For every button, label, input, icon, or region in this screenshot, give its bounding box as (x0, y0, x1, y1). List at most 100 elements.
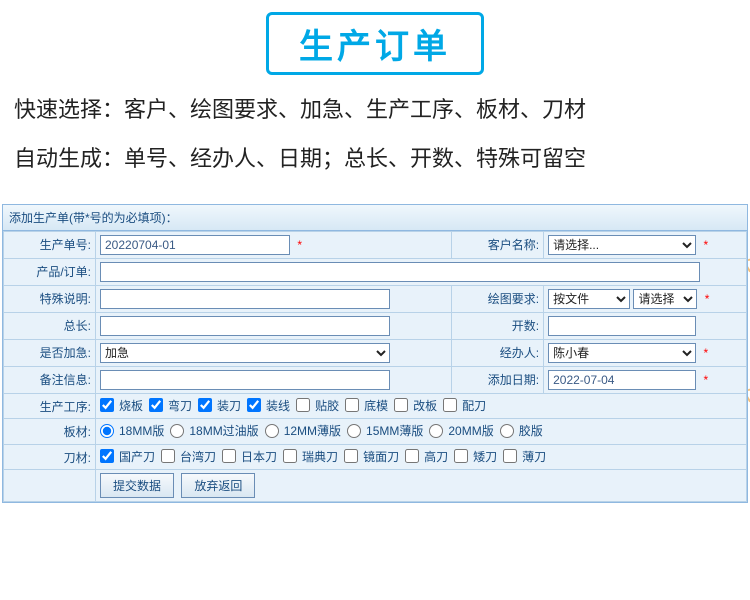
knife-label: 高刀 (424, 448, 448, 465)
board-radio[interactable] (429, 424, 443, 438)
knife-option[interactable]: 薄刀 (503, 448, 546, 465)
board-option[interactable]: 20MM版 (429, 422, 493, 439)
knife-option[interactable]: 矮刀 (454, 448, 497, 465)
board-option[interactable]: 15MM薄版 (347, 422, 423, 439)
process-option[interactable]: 配刀 (443, 397, 486, 414)
process-option[interactable]: 烧板 (100, 397, 143, 414)
label-urgent: 是否加急: (4, 339, 96, 366)
process-option[interactable]: 底模 (345, 397, 388, 414)
board-label: 18MM版 (119, 422, 164, 439)
required-mark: * (705, 292, 710, 306)
board-radio[interactable] (100, 424, 114, 438)
knife-checkbox[interactable] (503, 449, 517, 463)
knife-checkbox[interactable] (454, 449, 468, 463)
board-label: 12MM薄版 (284, 422, 341, 439)
draw-req-select-2[interactable]: 请选择 (633, 289, 697, 309)
knife-option[interactable]: 高刀 (405, 448, 448, 465)
urgent-select[interactable]: 加急 (100, 343, 390, 363)
label-handler: 经办人: (452, 339, 544, 366)
knife-label: 薄刀 (522, 448, 546, 465)
required-mark: * (297, 238, 302, 252)
product-input[interactable] (100, 262, 700, 282)
form-add-production-order: 添加生产单(带*号的为必填项)： 生产单号: * 客户名称: 请选择... * … (2, 204, 748, 504)
process-checkbox[interactable] (394, 398, 408, 412)
process-checkbox[interactable] (247, 398, 261, 412)
customer-select[interactable]: 请选择... (548, 235, 696, 255)
label-board: 板材: (4, 419, 96, 445)
knife-option[interactable]: 镜面刀 (344, 448, 399, 465)
knife-label: 台湾刀 (180, 448, 216, 465)
required-mark: * (703, 346, 708, 360)
knife-option[interactable]: 国产刀 (100, 448, 155, 465)
process-option[interactable]: 弯刀 (149, 397, 192, 414)
board-label: 18MM过油版 (189, 422, 258, 439)
knife-option[interactable]: 瑞典刀 (283, 448, 338, 465)
process-option[interactable]: 装线 (247, 397, 290, 414)
draw-req-select[interactable]: 按文件 (548, 289, 630, 309)
form-legend: 添加生产单(带*号的为必填项)： (3, 205, 747, 231)
process-checkbox[interactable] (443, 398, 457, 412)
label-add-date: 添加日期: (452, 366, 544, 393)
process-option[interactable]: 改板 (394, 397, 437, 414)
board-option[interactable]: 胶版 (500, 422, 543, 439)
board-label: 胶版 (519, 422, 543, 439)
knife-option[interactable]: 日本刀 (222, 448, 277, 465)
label-process: 生产工序: (4, 393, 96, 419)
cancel-button[interactable]: 放弃返回 (181, 473, 255, 498)
special-input[interactable] (100, 289, 390, 309)
label-special: 特殊说明: (4, 285, 96, 312)
board-radio[interactable] (347, 424, 361, 438)
process-checkbox[interactable] (149, 398, 163, 412)
remark-input[interactable] (100, 370, 390, 390)
board-radio[interactable] (265, 424, 279, 438)
label-count: 开数: (452, 312, 544, 339)
process-checkbox[interactable] (100, 398, 114, 412)
board-option[interactable]: 18MM版 (100, 422, 164, 439)
board-label: 20MM版 (448, 422, 493, 439)
process-label: 烧板 (119, 397, 143, 414)
desc-quick-select: 快速选择：客户、绘图要求、加急、生产工序、板材、刀材 (0, 85, 750, 134)
board-label: 15MM薄版 (366, 422, 423, 439)
label-remark: 备注信息: (4, 366, 96, 393)
process-option[interactable]: 贴胶 (296, 397, 339, 414)
process-label: 装线 (266, 397, 290, 414)
knife-checkbox[interactable] (344, 449, 358, 463)
knife-label: 瑞典刀 (302, 448, 338, 465)
board-radio[interactable] (500, 424, 514, 438)
knife-checkbox[interactable] (222, 449, 236, 463)
handler-select[interactable]: 陈小春 (548, 343, 696, 363)
submit-button[interactable]: 提交数据 (100, 473, 174, 498)
order-no-input[interactable] (100, 235, 290, 255)
length-input[interactable] (100, 316, 390, 336)
process-option[interactable]: 装刀 (198, 397, 241, 414)
knife-label: 矮刀 (473, 448, 497, 465)
knife-checkbox[interactable] (405, 449, 419, 463)
add-date-input[interactable] (548, 370, 696, 390)
process-checkbox[interactable] (345, 398, 359, 412)
knife-label: 镜面刀 (363, 448, 399, 465)
process-label: 底模 (364, 397, 388, 414)
board-option[interactable]: 18MM过油版 (170, 422, 258, 439)
count-input[interactable] (548, 316, 696, 336)
required-mark: * (703, 373, 708, 387)
label-order-no: 生产单号: (4, 231, 96, 258)
process-checkbox[interactable] (296, 398, 310, 412)
process-label: 装刀 (217, 397, 241, 414)
label-customer: 客户名称: (452, 231, 544, 258)
knife-label: 国产刀 (119, 448, 155, 465)
desc-auto-generate: 自动生成：单号、经办人、日期；总长、开数、特殊可留空 (0, 134, 750, 183)
process-checkbox[interactable] (198, 398, 212, 412)
board-option[interactable]: 12MM薄版 (265, 422, 341, 439)
required-mark: * (703, 238, 708, 252)
label-product: 产品/订单: (4, 258, 96, 285)
knife-checkbox[interactable] (283, 449, 297, 463)
knife-checkbox[interactable] (161, 449, 175, 463)
process-label: 贴胶 (315, 397, 339, 414)
board-radio[interactable] (170, 424, 184, 438)
page-title: 生产订单 (266, 12, 484, 75)
knife-checkbox[interactable] (100, 449, 114, 463)
label-knife: 刀材: (4, 444, 96, 470)
process-label: 改板 (413, 397, 437, 414)
knife-option[interactable]: 台湾刀 (161, 448, 216, 465)
knife-label: 日本刀 (241, 448, 277, 465)
